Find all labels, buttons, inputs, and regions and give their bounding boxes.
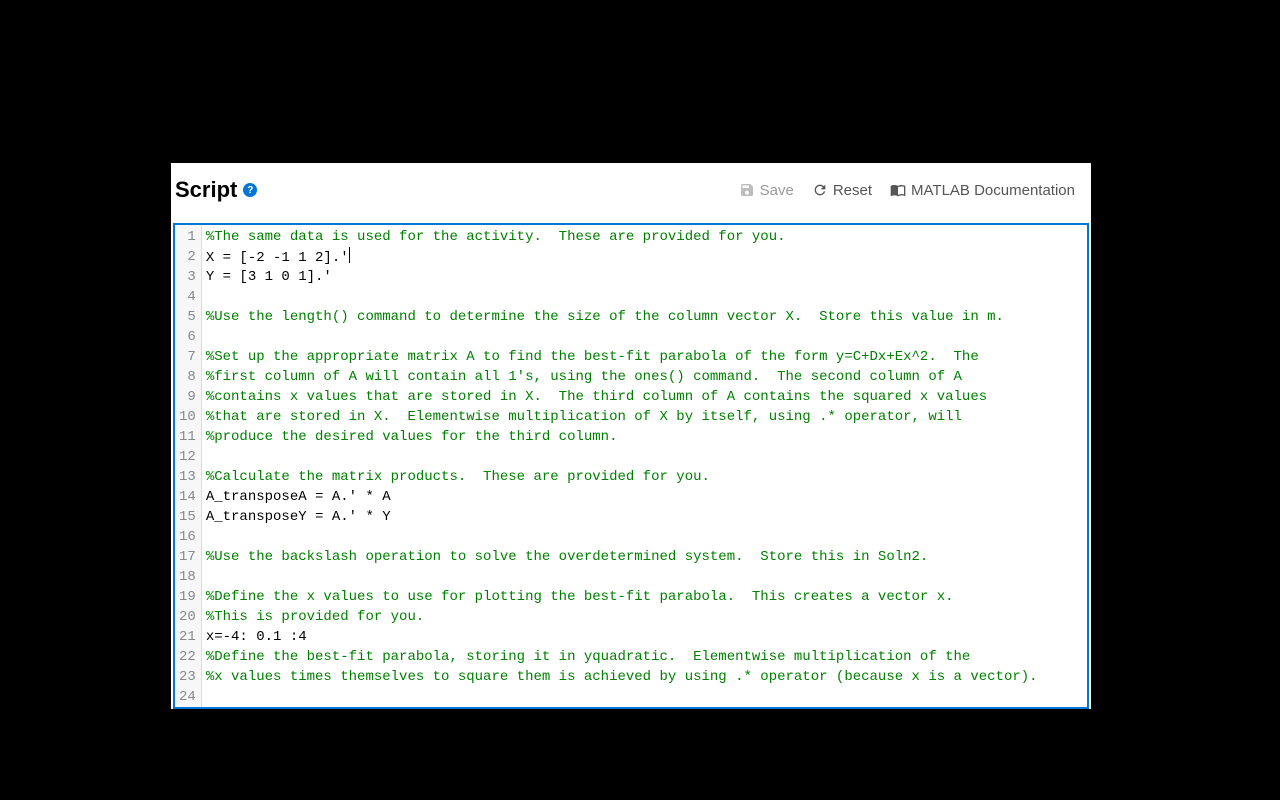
line-number: 11: [179, 427, 196, 447]
script-panel: Script ? Save Reset MATLAB Documentati: [171, 163, 1091, 709]
code-line[interactable]: [206, 527, 1087, 547]
save-label: Save: [760, 182, 794, 199]
line-number: 20: [179, 607, 196, 627]
header-left: Script ?: [175, 177, 257, 203]
line-number: 24: [179, 687, 196, 707]
panel-header: Script ? Save Reset MATLAB Documentati: [171, 163, 1091, 211]
line-number: 3: [179, 267, 196, 287]
line-number: 12: [179, 447, 196, 467]
help-icon[interactable]: ?: [243, 183, 257, 197]
code-editor[interactable]: 123456789101112131415161718192021222324 …: [173, 223, 1089, 709]
line-number: 13: [179, 467, 196, 487]
code-line[interactable]: %Use the backslash operation to solve th…: [206, 547, 1087, 567]
panel-title: Script: [175, 177, 237, 203]
code-line[interactable]: %x values times themselves to square the…: [206, 667, 1087, 687]
code-line[interactable]: %Set up the appropriate matrix A to find…: [206, 347, 1087, 367]
docs-button[interactable]: MATLAB Documentation: [890, 182, 1075, 199]
reset-icon: [812, 182, 828, 198]
code-line[interactable]: [206, 287, 1087, 307]
line-number: 22: [179, 647, 196, 667]
code-line[interactable]: %contains x values that are stored in X.…: [206, 387, 1087, 407]
line-number: 10: [179, 407, 196, 427]
line-number-gutter: 123456789101112131415161718192021222324: [175, 225, 202, 707]
line-number: 18: [179, 567, 196, 587]
line-number: 1: [179, 227, 196, 247]
line-number: 16: [179, 527, 196, 547]
text-cursor: [349, 247, 350, 263]
code-area[interactable]: %The same data is used for the activity.…: [202, 225, 1087, 707]
line-number: 19: [179, 587, 196, 607]
line-number: 6: [179, 327, 196, 347]
line-number: 9: [179, 387, 196, 407]
line-number: 5: [179, 307, 196, 327]
code-line[interactable]: [206, 687, 1087, 707]
reset-label: Reset: [833, 182, 872, 199]
save-icon: [739, 182, 755, 198]
line-number: 14: [179, 487, 196, 507]
reset-button[interactable]: Reset: [812, 182, 872, 199]
header-actions: Save Reset MATLAB Documentation: [739, 182, 1075, 199]
code-line[interactable]: %that are stored in X. Elementwise multi…: [206, 407, 1087, 427]
code-line[interactable]: [206, 447, 1087, 467]
docs-label: MATLAB Documentation: [911, 182, 1075, 199]
code-line[interactable]: %Define the best-fit parabola, storing i…: [206, 647, 1087, 667]
code-line[interactable]: %produce the desired values for the thir…: [206, 427, 1087, 447]
line-number: 8: [179, 367, 196, 387]
code-line[interactable]: %Define the x values to use for plotting…: [206, 587, 1087, 607]
code-line[interactable]: %This is provided for you.: [206, 607, 1087, 627]
code-line[interactable]: %first column of A will contain all 1's,…: [206, 367, 1087, 387]
code-line[interactable]: A_transposeY = A.' * Y: [206, 507, 1087, 527]
line-number: 15: [179, 507, 196, 527]
code-line[interactable]: A_transposeA = A.' * A: [206, 487, 1087, 507]
code-line[interactable]: [206, 327, 1087, 347]
line-number: 17: [179, 547, 196, 567]
line-number: 4: [179, 287, 196, 307]
line-number: 21: [179, 627, 196, 647]
code-line[interactable]: %Calculate the matrix products. These ar…: [206, 467, 1087, 487]
code-line[interactable]: x=-4: 0.1 :4: [206, 627, 1087, 647]
code-line[interactable]: X = [-2 -1 1 2].': [206, 247, 1087, 267]
code-line[interactable]: %Use the length() command to determine t…: [206, 307, 1087, 327]
line-number: 23: [179, 667, 196, 687]
code-line[interactable]: [206, 567, 1087, 587]
line-number: 2: [179, 247, 196, 267]
book-icon: [890, 182, 906, 198]
code-line[interactable]: %The same data is used for the activity.…: [206, 227, 1087, 247]
line-number: 7: [179, 347, 196, 367]
save-button[interactable]: Save: [739, 182, 794, 199]
code-line[interactable]: Y = [3 1 0 1].': [206, 267, 1087, 287]
